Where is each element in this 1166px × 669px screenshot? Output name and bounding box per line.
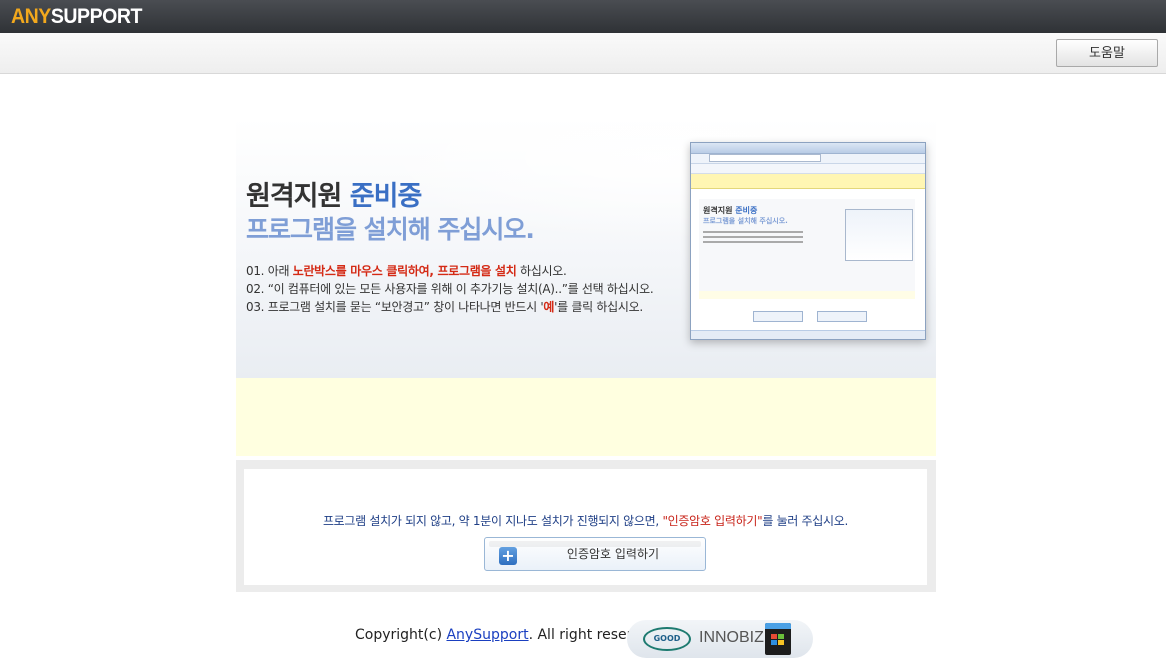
anysupport-link[interactable]: AnySupport	[446, 627, 528, 643]
step-3-highlight: 예	[543, 300, 555, 314]
certification-badges: GOOD INNOBIZ	[627, 620, 813, 658]
preview-subtitle: 프로그램을 설치해 주십시오.	[703, 217, 788, 225]
step-1-suffix: 하십시오.	[516, 264, 567, 278]
preview-title-accent: 준비중	[735, 206, 758, 215]
logo-support-text: SUPPORT	[50, 5, 143, 28]
preview-notice-bar	[691, 174, 925, 189]
title-accent: 준비중	[349, 181, 423, 212]
preview-mini-screenshot	[845, 209, 913, 261]
preview-buttons	[699, 299, 915, 325]
logo-any-text: ANY	[11, 5, 51, 28]
auth-panel-inner: 프로그램 설치가 되지 않고, 약 1분이 지나도 설치가 진행되지 않으면, …	[244, 469, 927, 585]
page-title: 원격지원 준비중	[246, 174, 423, 213]
preview-button-2	[817, 311, 867, 322]
auth-instruction: 프로그램 설치가 되지 않고, 약 1분이 지나도 설치가 진행되지 않으면, …	[244, 512, 927, 529]
step-1-highlight: 노란박스를 마우스 클릭하여, 프로그램을 설치	[292, 264, 517, 278]
step-3-suffix: '를 클릭 하십시오.	[554, 300, 643, 314]
title-plain: 원격지원	[246, 181, 350, 212]
step-3: 03. 프로그램 설치를 묻는 “보안경고” 창이 나타나면 반드시 '예'를 …	[246, 298, 653, 316]
instruction-steps: 01. 아래 노란박스를 마우스 클릭하여, 프로그램을 설치 하십시오. 02…	[246, 262, 654, 316]
preview-addressbar	[691, 154, 925, 164]
step-1: 01. 아래 노란박스를 마우스 클릭하여, 프로그램을 설치 하십시오.	[246, 262, 653, 280]
help-button[interactable]: 도움말	[1056, 39, 1158, 67]
auth-instruction-after: 를 눌러 주십시오.	[762, 514, 849, 528]
footer-copyright: Copyright(c) AnySupport. All right reser…	[355, 627, 663, 643]
top-bar: ANYSUPPORT	[0, 0, 1166, 33]
preview-title: 원격지원 준비중	[703, 205, 757, 216]
preview-toolbar	[691, 164, 925, 174]
plus-icon: +	[499, 547, 517, 565]
copyright-prefix: Copyright(c)	[355, 627, 447, 643]
preview-button-1	[753, 311, 803, 322]
preview-title-plain: 원격지원	[703, 206, 736, 215]
step-3-prefix: 03. 프로그램 설치를 묻는 “보안경고” 창이 나타나면 반드시 '	[246, 300, 544, 314]
innobiz-badge: INNOBIZ	[699, 629, 764, 646]
hero-section: 원격지원 준비중 프로그램을 설치해 주십시오. 01. 아래 노란박스를 마우…	[236, 118, 936, 378]
good-software-badge-icon: GOOD	[643, 627, 691, 651]
toolbar: 도움말	[0, 33, 1166, 74]
preview-yellow-box	[699, 291, 915, 299]
activex-install-box[interactable]	[236, 378, 936, 456]
auth-panel: 프로그램 설치가 되지 않고, 약 1분이 지나도 설치가 진행되지 않으면, …	[236, 460, 936, 592]
auth-instruction-highlight: "인증암호 입력하기"	[662, 514, 763, 528]
auth-instruction-before: 프로그램 설치가 되지 않고, 약 1분이 지나도 설치가 진행되지 않으면,	[322, 514, 663, 528]
page-subtitle: 프로그램을 설치해 주십시오.	[246, 215, 535, 244]
windows-compatible-badge-icon	[765, 623, 791, 655]
preview-titlebar	[691, 143, 925, 154]
anysupport-logo: ANYSUPPORT	[11, 4, 142, 30]
enter-auth-code-button[interactable]: + 인증암호 입력하기	[484, 537, 706, 571]
browser-preview-image: 원격지원 준비중 프로그램을 설치해 주십시오.	[690, 142, 926, 340]
step-1-prefix: 01. 아래	[246, 264, 293, 278]
enter-auth-code-label: 인증암호 입력하기	[566, 547, 660, 561]
preview-statusbar	[691, 330, 925, 339]
preview-content: 원격지원 준비중 프로그램을 설치해 주십시오.	[699, 199, 915, 291]
preview-text-lines	[703, 231, 803, 246]
step-2: 02. “이 컴퓨터에 있는 모든 사용자를 위해 이 추가기능 설치(A)..…	[246, 282, 654, 296]
